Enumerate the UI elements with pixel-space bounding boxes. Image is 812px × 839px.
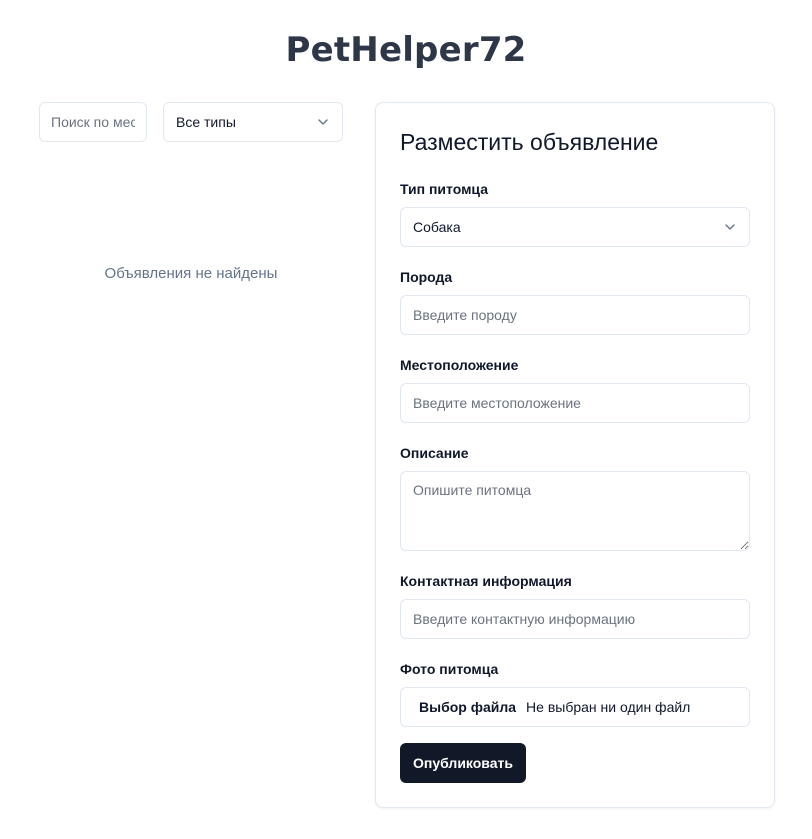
pet-type-label: Тип питомца [400,181,488,197]
contact-input[interactable] [400,599,750,639]
search-input[interactable] [39,102,147,142]
contact-label: Контактная информация [400,573,572,589]
choose-file-button[interactable]: Выбор файла [419,699,516,715]
description-label: Описание [400,445,469,461]
pet-type-value: Собака [413,219,461,235]
pet-type-select[interactable]: Собака [400,207,750,247]
page: PetHelper72 Все типы Объявления не найде… [0,0,812,839]
photo-file-input[interactable]: Выбор файла Не выбран ни один файл [400,687,750,727]
chevron-down-icon [318,119,328,125]
breed-label: Порода [400,269,453,285]
publish-button[interactable]: Опубликовать [400,743,526,783]
pet-type-filter-select[interactable]: Все типы [163,102,343,142]
description-textarea[interactable] [400,471,750,551]
breed-input[interactable] [400,295,750,335]
location-label: Местоположение [400,357,519,373]
form-title: Разместить объявление [400,129,659,155]
pet-type-filter-value: Все типы [176,114,236,130]
empty-listings-message: Объявления не найдены [104,265,278,282]
app-title: PetHelper72 [285,30,527,70]
file-status-text: Не выбран ни один файл [526,699,691,715]
photo-label: Фото питомца [400,661,499,677]
location-input[interactable] [400,383,750,423]
chevron-down-icon [725,224,735,230]
post-listing-card: Разместить объявление Тип питомца Собака… [375,102,775,808]
